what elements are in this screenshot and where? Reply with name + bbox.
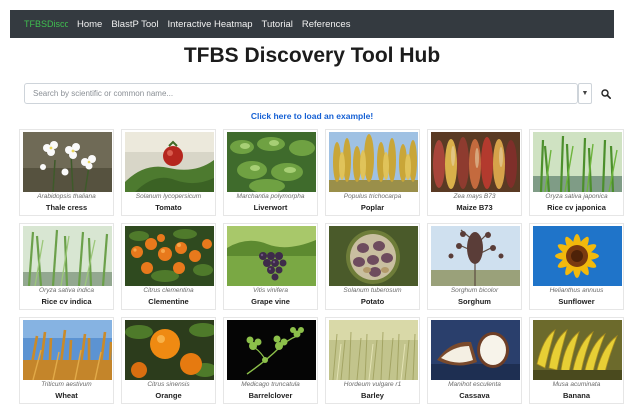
orange-image (125, 320, 214, 380)
species-card-orange[interactable]: Citrus sinensis Orange (121, 317, 216, 404)
species-card-tomato[interactable]: Solanum lycopersicum Tomato (121, 129, 216, 216)
common-name: Poplar (360, 203, 385, 212)
common-name: Rice cv japonica (547, 203, 606, 212)
liverwort-image (227, 132, 316, 192)
species-card-sunflower[interactable]: Helianthus annuus Sunflower (529, 223, 624, 310)
species-card-grape-vine[interactable]: Vitis vinifera Grape vine (223, 223, 318, 310)
common-name: Barrelclover (248, 391, 293, 400)
species-card-rice-japonica[interactable]: Oryza sativa japonica Rice cv japonica (529, 129, 624, 216)
barley-image (329, 320, 418, 380)
nav-tutorial[interactable]: Tutorial (262, 19, 293, 30)
scientific-name: Solanum tuberosum (343, 287, 402, 294)
nav-references[interactable]: References (302, 19, 351, 30)
common-name: Thale cress (45, 203, 88, 212)
species-card-potato[interactable]: Solanum tuberosum Potato (325, 223, 420, 310)
nav-blastp-tool[interactable]: BlastP Tool (111, 19, 158, 30)
common-name: Sorghum (458, 297, 491, 306)
scientific-name: Hordeum vulgare r1 (343, 381, 402, 388)
scientific-name: Triticum aestivum (41, 381, 92, 388)
scientific-name: Zea mays B73 (453, 193, 496, 200)
search-button[interactable] (596, 83, 616, 104)
sunflower-image (533, 226, 622, 286)
scientific-name: Solanum lycopersicum (135, 193, 202, 200)
scientific-name: Manihot esculenta (448, 381, 501, 388)
common-name: Sunflower (558, 297, 595, 306)
poplar-image (329, 132, 418, 192)
navbar: TFBSDiscovery Home BlastP Tool Interacti… (10, 10, 614, 38)
tomato-image (125, 132, 214, 192)
barrelclover-image (227, 320, 316, 380)
species-card-banana[interactable]: Musa acuminata Banana (529, 317, 624, 404)
clementine-image (125, 226, 214, 286)
common-name: Tomato (155, 203, 182, 212)
scientific-name: Oryza sativa indica (39, 287, 94, 294)
caret-down-icon: ▼ (581, 90, 589, 97)
scientific-name: Populus trichocarpa (343, 193, 402, 200)
cassava-image (431, 320, 520, 380)
dropdown-toggle[interactable]: ▼ (578, 83, 592, 104)
scientific-name: Marchantia polymorpha (236, 193, 305, 200)
nav-home[interactable]: Home (77, 19, 102, 30)
nav-interactive-heatmap[interactable]: Interactive Heatmap (168, 19, 253, 30)
maize-image (431, 132, 520, 192)
scientific-name: Citrus clementina (143, 287, 194, 294)
common-name: Rice cv indica (41, 297, 92, 306)
species-card-sorghum[interactable]: Sorghum bicolor Sorghum (427, 223, 522, 310)
potato-image (329, 226, 418, 286)
scientific-name: Helianthus annuus (549, 287, 604, 294)
species-card-liverwort[interactable]: Marchantia polymorpha Liverwort (223, 129, 318, 216)
common-name: Clementine (148, 297, 189, 306)
species-card-maize-b73[interactable]: Zea mays B73 Maize B73 (427, 129, 522, 216)
common-name: Barley (361, 391, 384, 400)
scientific-name: Medicago truncatula (241, 381, 300, 388)
brand-logo[interactable]: TFBSDiscovery (24, 19, 68, 29)
search-input[interactable] (24, 83, 578, 104)
common-name: Potato (360, 297, 385, 306)
scientific-name: Arabidopsis thaliana (37, 193, 96, 200)
scientific-name: Oryza sativa japonica (545, 193, 608, 200)
species-card-thale-cress[interactable]: Arabidopsis thaliana Thale cress (19, 129, 114, 216)
common-name: Cassava (459, 391, 490, 400)
rice-indica-image (23, 226, 112, 286)
scientific-name: Citrus sinensis (147, 381, 190, 388)
species-card-barrelclover[interactable]: Medicago truncatula Barrelclover (223, 317, 318, 404)
sorghum-image (431, 226, 520, 286)
grape-vine-image (227, 226, 316, 286)
species-card-cassava[interactable]: Manihot esculenta Cassava (427, 317, 522, 404)
species-card-barley[interactable]: Hordeum vulgare r1 Barley (325, 317, 420, 404)
scientific-name: Sorghum bicolor (450, 287, 499, 294)
species-card-rice-indica[interactable]: Oryza sativa indica Rice cv indica (19, 223, 114, 310)
wheat-image (23, 320, 112, 380)
thale-cress-image (23, 132, 112, 192)
common-name: Banana (562, 391, 591, 400)
search-icon (601, 88, 611, 99)
banana-image (533, 320, 622, 380)
common-name: Orange (155, 391, 182, 400)
species-card-wheat[interactable]: Triticum aestivum Wheat (19, 317, 114, 404)
common-name: Maize B73 (456, 203, 493, 212)
scientific-name: Musa acuminata (552, 381, 601, 388)
common-name: Liverwort (253, 203, 288, 212)
species-card-poplar[interactable]: Populus trichocarpa Poplar (325, 129, 420, 216)
common-name: Wheat (55, 391, 78, 400)
load-example-link[interactable]: Click here to load an example! (0, 111, 624, 121)
rice-japonica-image (533, 132, 622, 192)
page-title: TFBS Discovery Tool Hub (183, 44, 441, 67)
species-card-clementine[interactable]: Citrus clementina Clementine (121, 223, 216, 310)
common-name: Grape vine (251, 297, 290, 306)
scientific-name: Vitis vinifera (253, 287, 288, 294)
